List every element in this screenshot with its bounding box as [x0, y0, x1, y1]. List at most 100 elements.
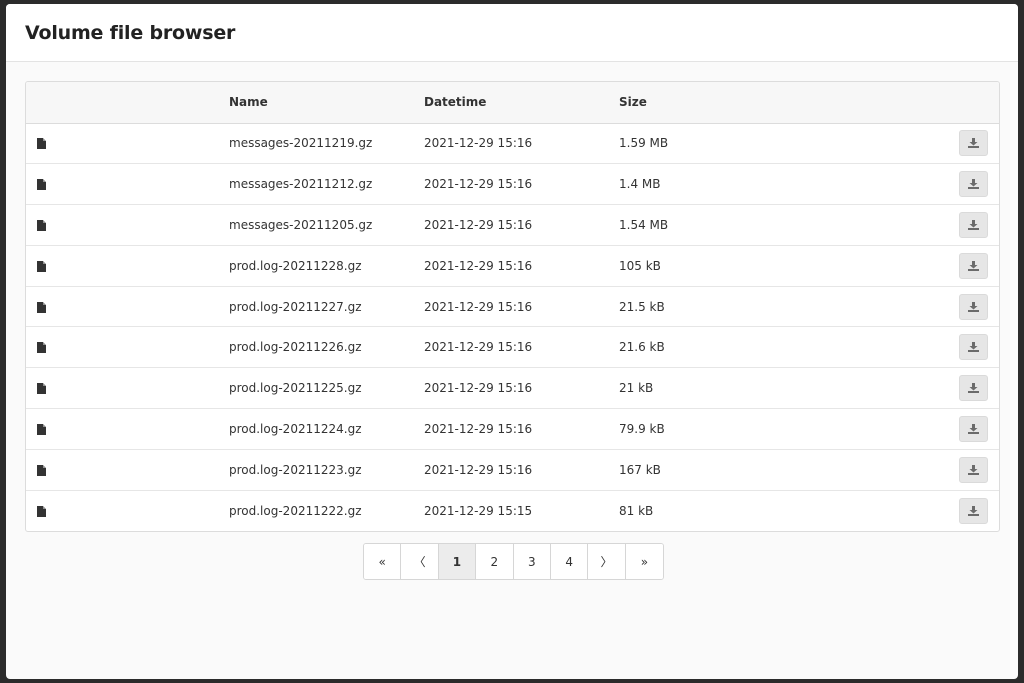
file-size: 1.59 MB — [619, 136, 669, 151]
file-datetime: 2021-12-29 15:16 — [424, 421, 533, 436]
table-row[interactable]: prod.log-20211224.gz 2021-12-29 15:16 79.9… — [26, 409, 999, 450]
table-row[interactable]: prod.log-20211225.gz 2021-12-29 15:16 21 k… — [26, 368, 999, 409]
pagination-page-1[interactable]: 1 — [438, 544, 477, 579]
table-row[interactable]: prod.log-20211226.gz 2021-12-29 15:16 21.6… — [26, 327, 999, 368]
file-icon-cell — [26, 245, 229, 286]
download-button[interactable] — [959, 334, 988, 361]
table-row[interactable]: messages-20211205.gz 2021-12-29 15:16 1.54… — [26, 205, 999, 246]
file-action-cell — [919, 449, 999, 490]
file-datetime: 2021-12-29 15:16 — [424, 177, 533, 192]
pagination-next-button[interactable]: 〉 — [588, 544, 626, 579]
download-icon — [968, 383, 979, 394]
download-icon — [968, 301, 979, 312]
file-size: 105 kB — [619, 258, 661, 273]
file-action-cell — [919, 164, 999, 205]
download-button[interactable] — [959, 252, 988, 279]
download-button[interactable] — [959, 375, 988, 402]
file-name[interactable]: prod.log-20211224.gz — [229, 409, 424, 450]
page-header: Volume file browser — [6, 4, 1018, 62]
file-icon — [37, 381, 46, 395]
file-action-cell — [919, 286, 999, 327]
table-header: Name Datetime Size — [26, 82, 999, 123]
table-header-row: Name Datetime Size — [26, 82, 999, 123]
table-row[interactable]: prod.log-20211228.gz 2021-12-29 15:16 105 … — [26, 245, 999, 287]
download-icon — [968, 179, 979, 190]
pagination-page-4[interactable]: 4 — [550, 544, 589, 579]
table-row[interactable]: prod.log-20211227.gz 2021-12-29 15:16 21.5… — [26, 286, 999, 327]
download-icon — [968, 464, 979, 475]
table-row[interactable]: messages-20211219.gz 2021-12-29 15:16 1.59… — [26, 123, 999, 164]
pagination-first-button[interactable]: « — [364, 544, 402, 579]
download-icon — [968, 423, 979, 434]
file-icon-cell — [26, 205, 229, 246]
file-name[interactable]: prod.log-20211225.gz — [229, 368, 424, 409]
file-icon-cell — [26, 327, 229, 368]
download-button[interactable] — [959, 497, 988, 524]
download-icon — [968, 260, 979, 271]
file-icon — [37, 177, 46, 191]
download-icon — [968, 342, 979, 353]
file-name[interactable]: prod.log-20211226.gz — [229, 327, 424, 368]
file-action-cell — [919, 490, 999, 531]
file-size: 81 kB — [619, 503, 654, 518]
pagination-last-button[interactable]: » — [625, 544, 664, 579]
file-name[interactable]: prod.log-20211223.gz — [229, 449, 424, 490]
file-name[interactable]: prod.log-20211222.gz — [229, 490, 424, 531]
download-button[interactable] — [959, 171, 988, 198]
page-title: Volume file browser — [25, 21, 236, 44]
file-icon — [37, 300, 46, 314]
file-browser-window: Volume file browser Name Datetime Size m… — [6, 4, 1018, 679]
file-size: 1.4 MB — [619, 177, 661, 192]
download-button[interactable] — [959, 456, 988, 483]
file-icon — [37, 136, 46, 150]
file-size: 21.5 kB — [619, 299, 665, 314]
download-button[interactable] — [959, 211, 988, 238]
file-action-cell — [919, 123, 999, 164]
file-icon — [37, 218, 46, 232]
file-icon — [37, 504, 46, 518]
file-icon — [37, 422, 46, 436]
download-button[interactable] — [959, 130, 988, 157]
pagination-prev-button[interactable]: 〈 — [401, 544, 439, 579]
file-datetime: 2021-12-29 15:16 — [424, 217, 533, 232]
header-size[interactable]: Size — [619, 82, 919, 123]
file-size: 21.6 kB — [619, 340, 665, 355]
header-name[interactable]: Name — [229, 82, 424, 123]
pagination: « 〈 1 2 3 4 〉 » — [363, 543, 665, 580]
file-icon — [37, 463, 46, 477]
file-datetime: 2021-12-29 15:16 — [424, 381, 533, 396]
file-action-cell — [919, 205, 999, 246]
download-icon — [968, 505, 979, 516]
table-row[interactable]: messages-20211212.gz 2021-12-29 15:16 1.4 … — [26, 164, 999, 205]
file-datetime: 2021-12-29 15:15 — [424, 503, 533, 518]
table-row[interactable]: prod.log-20211222.gz 2021-12-29 15:15 81 k… — [26, 490, 999, 531]
file-icon — [37, 259, 46, 273]
file-action-cell — [919, 245, 999, 286]
pagination-page-3[interactable]: 3 — [513, 544, 551, 579]
file-icon-cell — [26, 164, 229, 205]
download-icon — [968, 219, 979, 230]
header-action-column — [919, 82, 999, 123]
file-name[interactable]: messages-20211205.gz — [229, 205, 424, 246]
file-action-cell — [919, 368, 999, 409]
file-size: 1.54 MB — [619, 217, 669, 232]
file-name[interactable]: prod.log-20211227.gz — [229, 286, 424, 327]
file-name[interactable]: messages-20211212.gz — [229, 164, 424, 205]
file-name[interactable]: messages-20211219.gz — [229, 123, 424, 164]
file-icon-cell — [26, 123, 229, 164]
file-datetime: 2021-12-29 15:16 — [424, 136, 533, 151]
file-name[interactable]: prod.log-20211228.gz — [229, 245, 424, 286]
download-button[interactable] — [959, 415, 988, 442]
pagination-page-2[interactable]: 2 — [476, 544, 514, 579]
download-button[interactable] — [959, 293, 988, 320]
header-datetime[interactable]: Datetime — [424, 82, 619, 123]
file-icon-cell — [26, 368, 229, 409]
file-datetime: 2021-12-29 15:16 — [424, 462, 533, 477]
table-row[interactable]: prod.log-20211223.gz 2021-12-29 15:16 167 … — [26, 449, 999, 491]
file-icon-cell — [26, 409, 229, 450]
file-table-container: Name Datetime Size messages-20211219.gz 2… — [25, 81, 1000, 532]
header-icon-column — [26, 82, 229, 123]
file-table: Name Datetime Size messages-20211219.gz 2… — [26, 82, 999, 531]
file-datetime: 2021-12-29 15:16 — [424, 299, 533, 314]
file-icon — [37, 340, 46, 354]
